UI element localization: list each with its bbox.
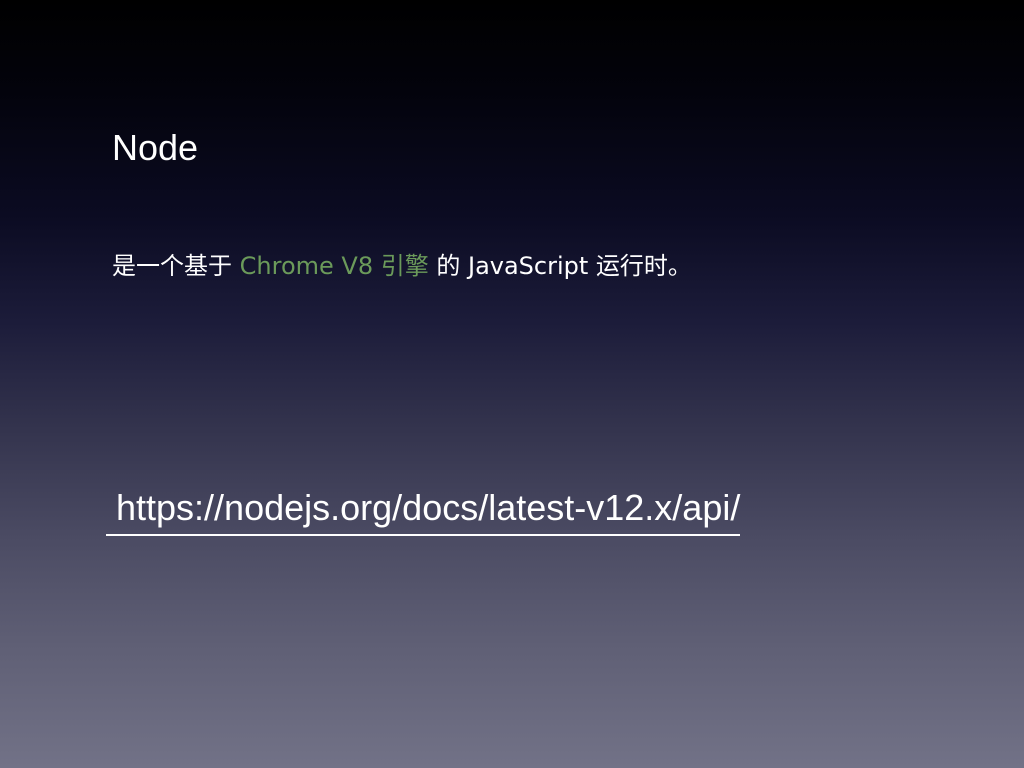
slide-title: Node (112, 127, 199, 168)
docs-link[interactable]: https://nodejs.org/docs/latest-v12.x/api… (106, 486, 741, 536)
slide-description: 是一个基于 Chrome V8 引擎 的 JavaScript 运行时。 (112, 250, 692, 282)
slide: Node 是一个基于 Chrome V8 引擎 的 JavaScript 运行时… (0, 0, 1024, 768)
description-suffix: 的 JavaScript 运行时。 (428, 252, 692, 280)
description-highlight: Chrome V8 引擎 (239, 252, 429, 280)
description-prefix: 是一个基于 (112, 252, 240, 280)
